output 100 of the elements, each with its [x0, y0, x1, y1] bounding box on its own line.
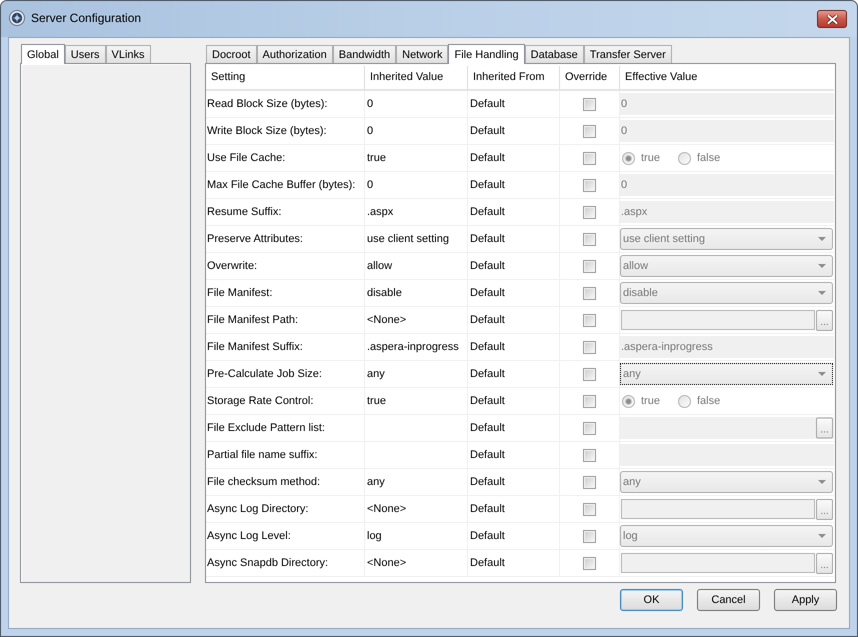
dialog-button[interactable]: Cancel	[697, 589, 760, 611]
setting-name: Async Snapdb Directory:	[206, 556, 328, 571]
checkbox[interactable]	[583, 368, 596, 380]
dialog-button[interactable]: OK	[620, 589, 683, 611]
inherited-from: Default	[469, 448, 505, 463]
inherited-value: 0	[366, 178, 374, 193]
dropdown[interactable]: any	[620, 471, 833, 493]
column-header: Setting	[210, 70, 246, 86]
text-field[interactable]: 0	[620, 174, 834, 196]
checkbox[interactable]	[583, 152, 596, 164]
dialog-button[interactable]: Apply	[774, 589, 837, 611]
inherited-from: Default	[469, 528, 505, 544]
inherited-from: Default	[469, 394, 505, 409]
checkbox[interactable]	[583, 422, 596, 434]
list-field[interactable]	[620, 417, 834, 439]
column-header: Inherited Value	[369, 70, 444, 86]
inherited-from: Default	[469, 124, 505, 139]
text-field[interactable]	[620, 444, 834, 466]
inherited-from: Default	[469, 474, 505, 490]
setting-name: Max File Cache Buffer (bytes):	[206, 178, 356, 193]
checkbox[interactable]	[583, 206, 596, 218]
tab[interactable]: Network	[396, 45, 448, 63]
checkbox[interactable]	[583, 232, 596, 246]
setting-name: Read Block Size (bytes):	[206, 96, 328, 112]
app-icon	[9, 10, 25, 26]
tab[interactable]: Global	[21, 44, 65, 64]
setting-name: File Manifest:	[206, 286, 272, 301]
browse-button[interactable]: ...	[816, 310, 833, 330]
radio-button[interactable]	[678, 152, 691, 164]
dropdown[interactable]: allow	[620, 255, 833, 277]
setting-name: Pre-Calculate Job Size:	[206, 366, 322, 382]
inherited-from: Default	[469, 150, 505, 166]
tab[interactable]: Transfer Server	[584, 45, 672, 63]
checkbox[interactable]	[583, 448, 596, 462]
inherited-from: Default	[469, 204, 505, 220]
setting-name: Write Block Size (bytes):	[206, 124, 327, 139]
checkbox[interactable]	[583, 260, 596, 272]
browse-button[interactable]: ...	[816, 418, 833, 438]
inherited-value: <None>	[366, 312, 406, 328]
tab[interactable]: File Handling	[448, 44, 525, 64]
setting-name: Partial file name suffix:	[206, 448, 318, 463]
tab[interactable]: Users	[64, 45, 106, 63]
inherited-value: .aspera-inprogress	[366, 340, 459, 355]
radio-button[interactable]	[622, 152, 635, 164]
checkbox[interactable]	[583, 394, 596, 408]
close-button[interactable]	[817, 10, 847, 28]
checkbox[interactable]	[583, 502, 596, 516]
inherited-from: Default	[469, 502, 505, 517]
inherited-value: any	[366, 474, 385, 490]
checkbox[interactable]	[583, 556, 596, 570]
tab[interactable]: Docroot	[206, 45, 257, 63]
text-field[interactable]: 0	[620, 120, 834, 142]
checkbox[interactable]	[583, 340, 596, 354]
checkbox[interactable]	[583, 476, 596, 488]
inherited-from: Default	[469, 340, 505, 355]
dropdown[interactable]: disable	[620, 282, 833, 304]
checkbox[interactable]	[583, 286, 596, 300]
inherited-from: Default	[469, 258, 505, 274]
tab[interactable]: Database	[524, 45, 584, 63]
tab[interactable]: Bandwidth	[332, 45, 396, 63]
path-field[interactable]	[621, 310, 815, 330]
setting-name: File Manifest Suffix:	[206, 340, 303, 355]
browse-button[interactable]: ...	[816, 498, 833, 520]
radio-label: false	[696, 394, 722, 409]
inherited-value: true	[366, 394, 386, 409]
radio-label: false	[696, 150, 722, 166]
dropdown[interactable]: any	[620, 363, 833, 385]
text-field[interactable]: .aspera-inprogress	[620, 336, 834, 358]
radio-button[interactable]	[678, 394, 691, 408]
browse-button[interactable]: ...	[816, 552, 833, 574]
dropdown[interactable]: use client setting	[620, 228, 833, 250]
dropdown[interactable]: log	[620, 525, 833, 547]
inherited-from: Default	[469, 96, 505, 112]
text-field[interactable]: .aspx	[620, 201, 834, 223]
checkbox[interactable]	[583, 530, 596, 542]
setting-name: File Exclude Pattern list:	[206, 420, 325, 436]
checkbox[interactable]	[583, 98, 596, 110]
checkbox[interactable]	[583, 124, 596, 138]
inherited-value: any	[366, 366, 385, 382]
setting-name: Overwrite:	[206, 258, 258, 274]
caret-icon	[818, 264, 826, 268]
inherited-value: .aspx	[366, 204, 394, 220]
text-field[interactable]: 0	[620, 93, 834, 115]
checkbox[interactable]	[583, 314, 596, 326]
setting-name: File Manifest Path:	[206, 312, 298, 328]
inherited-from: Default	[469, 420, 505, 436]
path-field[interactable]	[621, 553, 815, 573]
radio-button[interactable]	[622, 394, 635, 408]
inherited-from: Default	[469, 286, 505, 301]
caret-icon	[818, 534, 826, 538]
checkbox[interactable]	[583, 178, 596, 192]
column-header: Inherited From	[472, 70, 545, 86]
setting-name: File checksum method:	[206, 474, 320, 490]
tab[interactable]: Authorization	[256, 45, 333, 63]
close-icon	[826, 14, 838, 24]
inherited-from: Default	[469, 232, 505, 247]
tab[interactable]: VLinks	[106, 45, 151, 63]
inherited-from: Default	[469, 178, 505, 193]
setting-name: Async Log Level:	[206, 528, 291, 544]
path-field[interactable]	[621, 499, 815, 519]
